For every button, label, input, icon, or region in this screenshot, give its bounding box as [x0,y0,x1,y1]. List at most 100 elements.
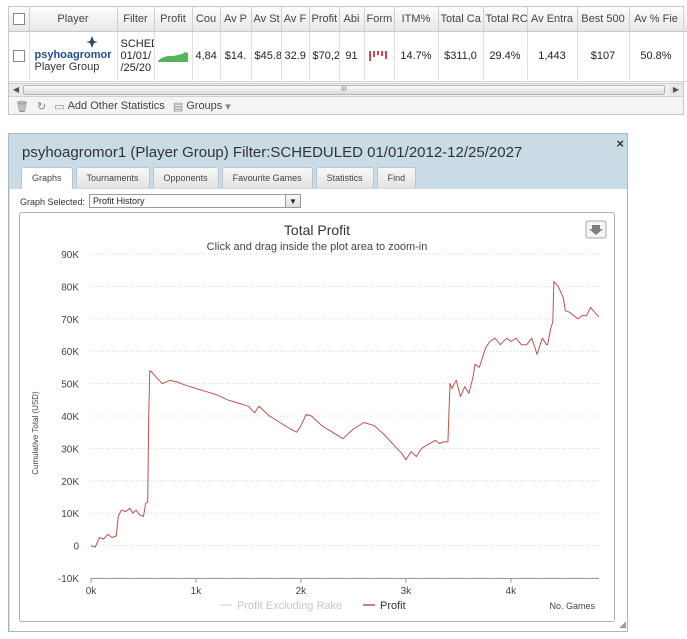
profit-chart-frame: Total Profit Click and drag inside the p… [19,212,615,622]
add-other-statistics-label: Add Other Statistics [67,100,165,112]
select-all-header[interactable] [9,7,30,32]
scrollbar-thumb[interactable]: III [23,85,665,95]
form-bars [369,51,387,61]
av-entrants-cell: 1,443 [527,31,578,82]
table-row[interactable]: psyhoagromor Player Group SCHED 01/01/ /… [9,31,687,82]
player-cell[interactable]: psyhoagromor Player Group [29,31,118,82]
row-checkbox[interactable] [12,50,25,63]
y-tick-label: 10K [61,509,79,520]
groups-icon: ▤ [172,100,184,113]
delete-icon[interactable]: 🗑 [15,100,29,113]
chart-grid [91,253,599,579]
y-tick-label: 60K [61,347,79,358]
column-header-total-roi[interactable]: Total RC [483,7,528,32]
scroll-right-arrow-icon[interactable]: ▶ [669,84,683,96]
y-tick-label: 20K [61,477,79,488]
y-tick-label: 80K [61,282,79,293]
chevron-down-icon: ▾ [225,100,231,113]
close-window-icon[interactable]: × [616,136,624,151]
graphs-panel: Graph Selected: Profit History ▼ Total P… [10,189,627,631]
x-tick-label: 2k [296,586,308,597]
filter-line-1: SCHED [120,38,154,50]
tab-favourite-games[interactable]: Favourite Games [221,167,313,188]
player-name-link[interactable]: psyhoagromor [35,49,114,61]
column-header-player[interactable]: Player [29,7,118,32]
grid-toolbar: 🗑 ↻ ▭ Add Other Statistics ▤ Groups ▾ [15,98,231,114]
horizontal-scrollbar[interactable]: ◀ III ▶ [9,83,683,97]
remove-row-cell[interactable]: x [683,31,687,82]
form-cell[interactable] [364,31,395,82]
column-header-av-field[interactable]: Av F [281,7,310,32]
profit-sparkline [158,52,188,63]
total-cash-cell: $311,0 [438,31,484,82]
chart-subtitle: Click and drag inside the plot area to z… [207,241,428,253]
x-axis-title: No. Games [549,601,595,611]
legend-item-profit: Profit [380,600,406,612]
player-type-label: Player Group [34,61,100,73]
av-pct-field-cell: 50.8% [629,31,684,82]
chart-legend[interactable]: Profit Excluding Rake Profit [220,600,406,612]
filter-line-3: /25/20 [120,62,152,74]
column-header-abi[interactable]: Abi [339,7,365,32]
tab-bar: Graphs Tournaments Opponents Favourite G… [21,167,417,189]
column-header-total-cash[interactable]: Total Ca [438,7,484,32]
column-header-av-profit[interactable]: Av P [220,7,252,32]
groups-button[interactable]: ▤ Groups ▾ [173,100,231,113]
column-header-profit[interactable]: Profit [309,7,340,32]
add-statistics-icon: ▭ [54,100,65,113]
y-tick-label: 70K [61,315,79,326]
itm-cell: 14.7% [394,31,439,82]
chart-series [90,281,600,548]
total-roi-cell: 29.4% [483,31,528,82]
dropdown-arrow-icon[interactable]: ▼ [285,195,300,207]
column-header-form[interactable]: Form [364,7,395,32]
y-tick-label: -10K [58,574,79,585]
statistics-grid-panel: Player Filter Profit Cou Av P Av St Av F… [8,6,687,115]
tab-find[interactable]: Find [376,167,417,188]
column-header-filter[interactable]: Filter [117,7,155,32]
player-group-icon [85,35,98,48]
column-header-av-stake[interactable]: Av St [251,7,282,32]
export-button[interactable] [585,220,607,239]
y-tick-label: 40K [61,412,79,423]
column-header-av-entrants[interactable]: Av Entra [527,7,578,32]
column-header-profit-graph[interactable]: Profit [154,7,193,32]
tab-statistics[interactable]: Statistics [315,167,374,188]
y-tick-label: 30K [61,444,79,455]
refresh-icon[interactable]: ↻ [37,100,46,113]
player-stats-window: × psyhoagromor1 (Player Group) Filter:SC… [8,133,628,632]
y-axis-title: Cumulative Total (USD) [31,391,40,475]
add-other-statistics-button[interactable]: ▭ Add Other Statistics [54,100,165,113]
x-tick-label: 1k [191,586,203,597]
window-title: psyhoagromor1 (Player Group) Filter:SCHE… [22,144,523,161]
resize-handle-icon[interactable]: ◢ [619,619,626,630]
y-axis-ticks: -10K 0 10K 20K 30K 40K 50K 60K 70K 80K 90K [58,250,80,585]
statistics-grid: Player Filter Profit Cou Av P Av St Av F… [9,7,687,82]
profit-cell: $70,2 [309,31,340,82]
graph-select-dropdown[interactable]: Profit History ▼ [89,194,301,208]
y-tick-label: 0 [73,542,79,553]
row-checkbox-cell[interactable] [9,31,30,82]
chart-title: Total Profit [284,222,350,238]
select-all-checkbox[interactable] [12,12,25,25]
column-header-best-500[interactable]: Best 500 [577,7,630,32]
profit-sparkline-cell[interactable] [154,31,193,82]
profit-chart[interactable]: Total Profit Click and drag inside the p… [20,213,614,621]
series-line-profit [90,281,600,548]
av-profit-cell: $14. [220,31,252,82]
tab-graphs[interactable]: Graphs [21,167,73,189]
column-header-av-pct-field[interactable]: Av % Fie [629,7,684,32]
best-500-cell: $107 [577,31,630,82]
scroll-left-arrow-icon[interactable]: ◀ [9,84,23,96]
tab-tournaments[interactable]: Tournaments [75,167,150,188]
column-header-count[interactable]: Cou [192,7,221,32]
av-stake-cell: $45.8 [251,31,282,82]
graph-select-value: Profit History [93,196,145,206]
column-header-itm[interactable]: ITM% [394,7,439,32]
x-tick-label: 4k [506,586,518,597]
count-cell: 4,84 [192,31,221,82]
av-field-cell: 32.9 [281,31,310,82]
graph-selected-label: Graph Selected: [20,197,86,207]
tab-opponents[interactable]: Opponents [152,167,219,188]
x-tick-label: 3k [401,586,413,597]
